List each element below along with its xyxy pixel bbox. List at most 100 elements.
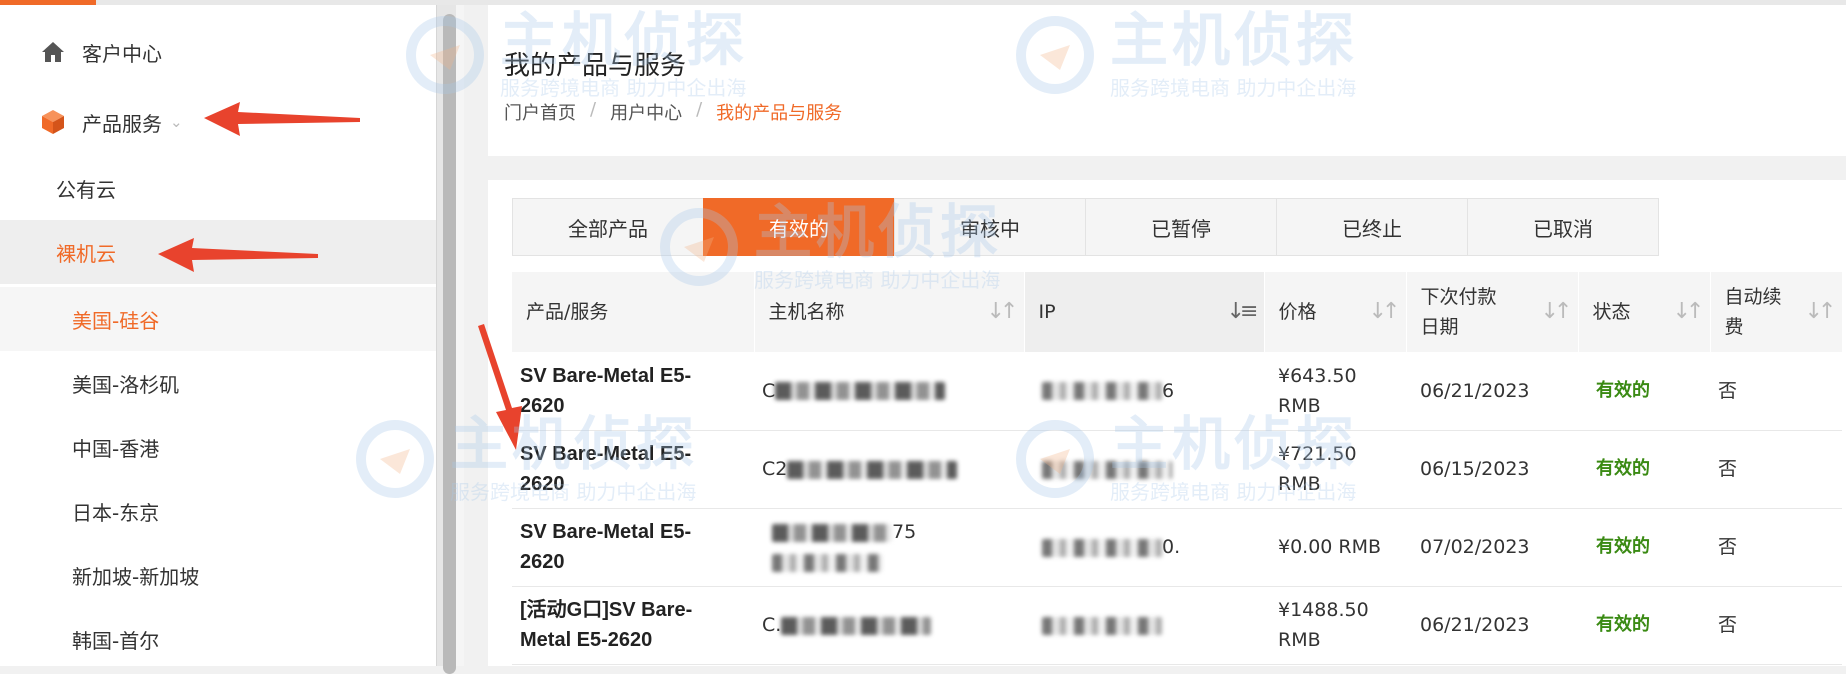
price-cell: ¥721.50 RMB [1264, 430, 1406, 509]
product-name[interactable]: SV Bare-Metal E5- 2620 [512, 352, 754, 431]
divider [456, 5, 464, 666]
column-header-label: 价格 [1278, 301, 1317, 323]
table-row[interactable]: [活动G口]SV Bare- Metal E5-2620 C. ¥1488.50 R… [512, 586, 1842, 665]
sidebar-item-cn-hong-kong[interactable]: 中国-香港 [0, 415, 436, 479]
column-header-auto-renew[interactable]: 自动续费 ↓↑ [1710, 272, 1843, 352]
hostname-cell: C2 [754, 430, 1024, 509]
column-header-status[interactable]: 状态 ↓↑ [1578, 272, 1711, 352]
tab-cancelled[interactable]: 已取消 [1467, 198, 1659, 256]
sidebar-item-jp-tokyo[interactable]: 日本-东京 [0, 479, 436, 543]
sidebar-item-public-cloud[interactable]: 公有云 [0, 163, 436, 213]
sort-icon[interactable]: ↓↑ [1541, 297, 1573, 327]
sidebar-item-label: 美国-硅谷 [72, 308, 160, 333]
sidebar-item-customer-center[interactable]: 客户中心 [0, 30, 436, 74]
sidebar-item-sg-singapore[interactable]: 新加坡-新加坡 [0, 543, 436, 607]
auto-renew-cell: 否 [1710, 352, 1842, 431]
tab-all-products[interactable]: 全部产品 [512, 198, 704, 256]
annotation-arrow-icon [478, 324, 522, 450]
column-header-product[interactable]: 产品/服务 [512, 272, 755, 352]
redacted-ip [1042, 382, 1162, 401]
sort-icon[interactable]: ↓↑ [987, 297, 1019, 327]
ip-cell: 6 [1024, 352, 1264, 431]
sidebar-item-label: 美国-洛杉矶 [72, 372, 180, 397]
sidebar-item-label: 新加坡-新加坡 [72, 564, 200, 589]
status-tabs: 全部产品 有效的 审核中 已暂停 已终止 已取消 [512, 198, 1659, 256]
column-header-ip[interactable]: IP ↓≡ [1024, 272, 1265, 352]
product-name-line: Metal E5-2620 [520, 629, 653, 651]
next-payment-date: 06/15/2023 [1406, 430, 1578, 509]
product-name-line: 2620 [520, 473, 565, 495]
price-amount: ¥721.50 [1278, 443, 1357, 465]
product-name-line: [活动G口]SV Bare- [520, 599, 693, 621]
sort-desc-icon[interactable]: ↓≡ [1227, 297, 1259, 327]
tab-pending[interactable]: 审核中 [894, 198, 1086, 256]
table-row[interactable]: SV Bare-Metal E5- 2620 C 6 ¥643.50 RMB 06/… [512, 352, 1842, 431]
auto-renew-cell: 否 [1710, 430, 1842, 509]
auto-renew-cell: 否 [1710, 586, 1842, 665]
ip-visible: 0. [1162, 536, 1181, 558]
hostname-visible: C2 [762, 458, 788, 480]
price-cell: ¥1488.50 RMB [1264, 586, 1406, 665]
table-row[interactable]: SV Bare-Metal E5- 2620 75 0. ¥0.00 RMB 07… [512, 508, 1842, 587]
auto-renew-cell: 否 [1710, 508, 1842, 587]
redacted-hostname [787, 460, 958, 479]
price-cell: ¥643.50 RMB [1264, 352, 1406, 431]
price-amount: ¥1488.50 [1278, 599, 1369, 621]
product-name-line: SV Bare-Metal E5- [520, 364, 692, 387]
column-header-label: 下次付款 [1420, 286, 1497, 308]
hostname-visible: C. [762, 614, 782, 636]
home-icon [38, 37, 68, 67]
annotation-arrow-icon [158, 238, 318, 272]
status-badge: 有效的 [1578, 352, 1710, 431]
tab-suspended[interactable]: 已暂停 [1085, 198, 1277, 256]
sort-icon[interactable]: ↓↑ [1673, 297, 1705, 327]
next-payment-date: 07/02/2023 [1406, 508, 1578, 587]
product-name[interactable]: [活动G口]SV Bare- Metal E5-2620 [512, 586, 754, 665]
redacted-ip [1042, 616, 1162, 635]
breadcrumb-home-link[interactable]: 门户首页 [504, 99, 576, 125]
table-row[interactable]: SV Bare-Metal E5- 2620 C2 ¥721.50 RMB 06/1… [512, 430, 1842, 509]
status-badge: 有效的 [1578, 586, 1710, 665]
hostname-cell: C [754, 352, 1024, 431]
column-header-hostname[interactable]: 主机名称 ↓↑ [754, 272, 1025, 352]
table-header-row: 产品/服务 主机名称 ↓↑ IP ↓≡ 价格 ↓↑ 下次付款 日期 ↓↑ 状态 ↓↑ 自动续… [512, 272, 1843, 352]
product-name-line: SV Bare-Metal E5- [520, 521, 692, 543]
sort-icon[interactable]: ↓↑ [1369, 297, 1401, 327]
sidebar-scrollbar-thumb[interactable] [443, 14, 456, 674]
status-badge: 有效的 [1578, 430, 1710, 509]
sidebar-item-label: 公有云 [56, 177, 116, 202]
product-name[interactable]: SV Bare-Metal E5- 2620 [512, 508, 754, 587]
sidebar-item-us-los-angeles[interactable]: 美国-洛杉矶 [0, 351, 436, 415]
products-table: 产品/服务 主机名称 ↓↑ IP ↓≡ 价格 ↓↑ 下次付款 日期 ↓↑ 状态 ↓↑ 自动续… [512, 272, 1843, 665]
product-name-line: 2620 [520, 551, 565, 573]
breadcrumb-separator: / [696, 99, 703, 120]
tab-terminated[interactable]: 已终止 [1276, 198, 1468, 256]
sidebar-item-label: 中国-香港 [72, 436, 160, 461]
chevron-down-icon: ⌄ [170, 113, 183, 131]
breadcrumb-user-center-link[interactable]: 用户中心 [610, 99, 682, 125]
redacted-ip [1042, 538, 1162, 557]
hostname-cell: C. [754, 586, 1024, 665]
ip-cell [1024, 430, 1264, 509]
tab-active[interactable]: 有效的 [703, 198, 895, 256]
hostname-visible: 75 [892, 521, 917, 543]
price-currency: RMB [1278, 473, 1321, 495]
product-name[interactable]: SV Bare-Metal E5- 2620 [512, 430, 754, 509]
ip-cell [1024, 586, 1264, 665]
redacted-hostname [772, 553, 882, 572]
sidebar-item-label: 客户中心 [82, 41, 162, 66]
sort-icon[interactable]: ↓↑ [1805, 297, 1837, 327]
status-badge: 有效的 [1578, 508, 1710, 587]
redacted-hostname [781, 616, 932, 635]
hostname-cell: 75 [754, 508, 1024, 587]
sidebar-item-label: 日本-东京 [72, 500, 160, 525]
sidebar-item-us-silicon-valley[interactable]: 美国-硅谷 [0, 287, 436, 351]
sidebar-item-kr-seoul[interactable]: 韩国-首尔 [0, 607, 436, 671]
column-header-next-payment[interactable]: 下次付款 日期 ↓↑ [1406, 272, 1579, 352]
column-header-price[interactable]: 价格 ↓↑ [1264, 272, 1407, 352]
next-payment-date: 06/21/2023 [1406, 586, 1578, 665]
column-header-label: IP [1038, 301, 1056, 323]
sidebar-item-label: 韩国-首尔 [72, 628, 160, 653]
ip-cell: 0. [1024, 508, 1264, 587]
price-currency: RMB [1278, 629, 1321, 651]
